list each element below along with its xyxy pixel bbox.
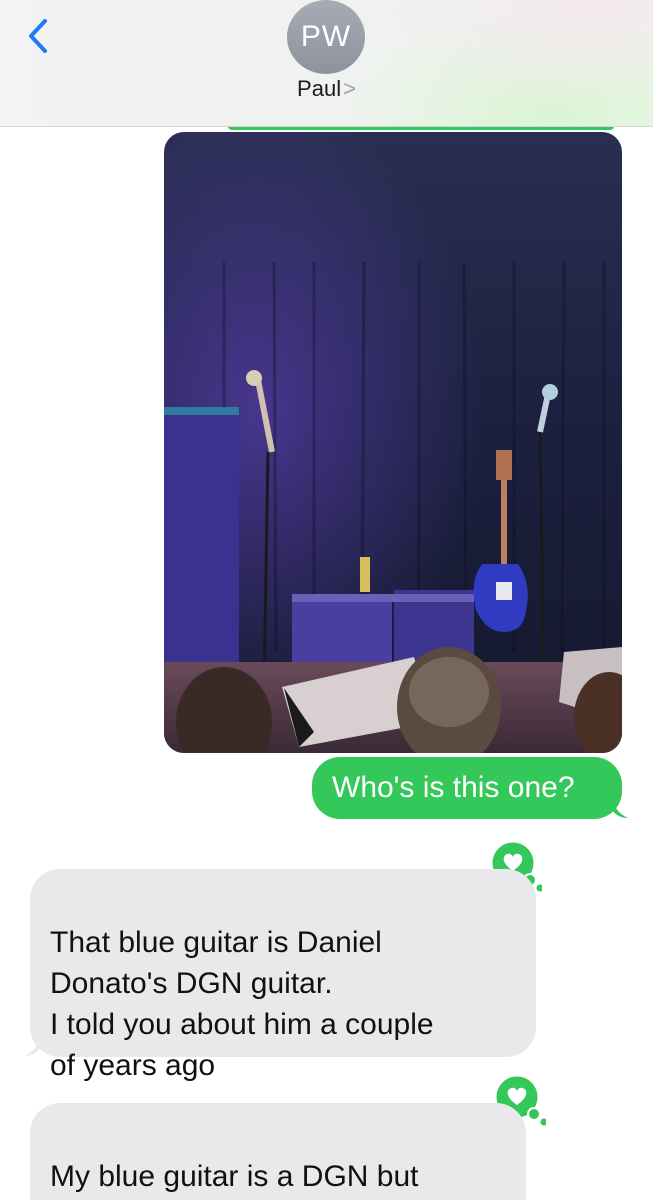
concert-stage-photo — [164, 132, 622, 753]
sent-message-bubble[interactable]: Who's is this one? — [312, 757, 622, 819]
avatar-initials: PW — [300, 20, 352, 53]
contact-name-button[interactable]: Paul> — [0, 76, 653, 102]
sent-bubble-tail — [612, 796, 628, 818]
conversation-header: PW Paul> — [0, 0, 653, 127]
chevron-left-icon — [29, 19, 47, 53]
sent-message-text: Who's is this one? — [332, 771, 575, 804]
received-message-bubble[interactable]: That blue guitar is Daniel Donato's DGN … — [30, 869, 536, 1082]
messages-screen: PW Paul> Who's is this one? That blue gu… — [0, 0, 653, 1200]
received-message-text: That blue guitar is Daniel Donato's DGN … — [50, 926, 434, 1082]
photo-message[interactable] — [164, 132, 622, 753]
received-bubble-tail — [24, 1034, 40, 1056]
avatar[interactable]: PW — [287, 0, 365, 74]
contact-name: Paul — [297, 76, 342, 101]
back-button[interactable] — [18, 14, 58, 58]
received-message-text: My blue guitar is a DGN but Daniel's is … — [50, 1160, 419, 1193]
received-message-bubble[interactable]: My blue guitar is a DGN but Daniel's is … — [30, 1103, 526, 1200]
header-tint — [323, 0, 653, 126]
chevron-right-icon: > — [343, 76, 356, 101]
